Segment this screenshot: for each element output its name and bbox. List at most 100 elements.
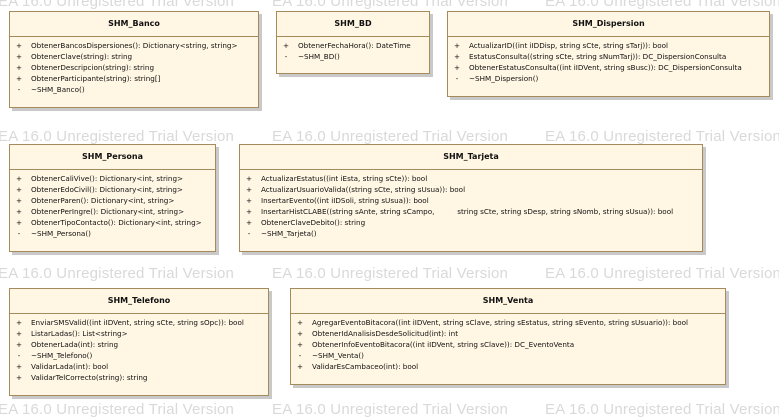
watermark-text: EA 16.0 Unregistered Trial Version <box>0 0 235 10</box>
visibility-marker: + <box>15 329 23 338</box>
operation[interactable]: + ObtenerEstatusConsulta((int iIDVent, st… <box>448 62 769 73</box>
operation[interactable]: + ObtenerLada(int): string <box>10 339 268 350</box>
watermark-text: EA 16.0 Unregistered Trial Version <box>272 0 509 10</box>
visibility-marker: + <box>453 41 461 50</box>
class-shm-dispersion[interactable]: SHM_Dispersion + ActualizarID((int iIDDis… <box>447 11 770 97</box>
operation[interactable]: + InsertarHistCLABE((string sAnte, string… <box>240 206 702 217</box>
operation[interactable]: + ObtenerPerIngre(): Dictionary<int, stri… <box>10 206 215 217</box>
visibility-marker: + <box>15 318 23 327</box>
operation-signature: ~SHM_Dispersion() <box>469 74 539 83</box>
operation[interactable]: - ~SHM_Tarjeta() <box>240 228 702 239</box>
operation-signature: ObtenerEstatusConsulta((int iIDVent, str… <box>469 63 742 72</box>
operation[interactable]: + ListarLadas(): List<string> <box>10 328 268 339</box>
watermark-text: EA 16.0 Unregistered Trial Version <box>0 128 235 145</box>
visibility-marker: + <box>296 362 304 371</box>
operation-signature: ActualizarUsuarioValida((string sCte, st… <box>261 185 466 194</box>
operation[interactable]: + EnviarSMSValid((int iIDVent, string sCt… <box>10 317 268 328</box>
operation[interactable]: + ActualizarUsuarioValida((string sCte, s… <box>240 184 702 195</box>
operation[interactable]: - ~SHM_Dispersion() <box>448 73 769 84</box>
operations-compartment: + ObtenerFechaHora(): DateTime - ~SHM_BD() <box>277 37 429 62</box>
operation[interactable]: + ObtenerClave(string): string <box>10 51 258 62</box>
watermark-text: EA 16.0 Unregistered Trial Version <box>545 128 779 145</box>
operation-signature: ObtenerClave(string): string <box>31 52 133 61</box>
operation-signature: ValidarTelCorrecto(string): string <box>31 373 148 382</box>
operations-compartment: + AgregarEventoBitacora((int iIDVent, str… <box>291 314 725 372</box>
operation-signature: InsertarEvento((int iIDSoli, string sUsu… <box>261 196 429 205</box>
visibility-marker: + <box>453 52 461 61</box>
class-shm-banco[interactable]: SHM_Banco + ObtenerBancosDispersiones(): … <box>9 11 259 108</box>
visibility-marker: + <box>15 207 23 216</box>
operation[interactable]: - ~SHM_Persona() <box>10 228 215 239</box>
operations-compartment: + ActualizarEstatus((int iEsta, string sC… <box>240 170 702 239</box>
visibility-marker: - <box>455 74 459 83</box>
operation[interactable]: - ~SHM_BD() <box>277 51 429 62</box>
operation[interactable]: + ObtenerBancosDispersiones(): Dictionary… <box>10 40 258 51</box>
visibility-marker: + <box>245 218 253 227</box>
visibility-marker: + <box>296 318 304 327</box>
operation-signature: ObtenerFechaHora(): DateTime <box>298 41 411 50</box>
operation[interactable]: + ValidarEsCambaceo(int): bool <box>291 361 725 372</box>
operation[interactable]: + EstatusConsulta((string sCte, string sN… <box>448 51 769 62</box>
visibility-marker: + <box>15 185 23 194</box>
operation[interactable]: + ObtenerEdoCivil(): Dictionary<int, stri… <box>10 184 215 195</box>
operation-signature: ObtenerPerIngre(): Dictionary<int, strin… <box>31 207 185 216</box>
visibility-marker: + <box>15 340 23 349</box>
visibility-marker: + <box>296 340 304 349</box>
operation[interactable]: + ObtenerDescripcion(string): string <box>10 62 258 73</box>
class-shm-bd[interactable]: SHM_BD + ObtenerFechaHora(): DateTime - ~S… <box>276 11 430 74</box>
operation[interactable]: + ObtenerCaliVive(): Dictionary<int, stri… <box>10 173 215 184</box>
operation-signature: ~SHM_Telefono() <box>31 351 93 360</box>
operations-compartment: + ObtenerCaliVive(): Dictionary<int, stri… <box>10 170 215 239</box>
operation-signature: ObtenerInfoEventoBitacora((int iIDVent, … <box>312 340 575 349</box>
operation-signature: ObtenerClaveDebito(): string <box>261 218 366 227</box>
operation[interactable]: + ObtenerIdAnalisisDesdeSolicitud(int): i… <box>291 328 725 339</box>
class-shm-venta[interactable]: SHM_Venta + AgregarEventoBitacora((int iI… <box>290 288 726 385</box>
visibility-marker: - <box>298 351 302 360</box>
visibility-marker: - <box>17 85 21 94</box>
operation-signature: ~SHM_Persona() <box>31 229 91 238</box>
operation[interactable]: + ObtenerParen(): Dictionary<int, string> <box>10 195 215 206</box>
operation[interactable]: - ~SHM_Telefono() <box>10 350 268 361</box>
operation-signature: ~SHM_Banco() <box>31 85 85 94</box>
class-name: SHM_Venta <box>291 289 725 314</box>
operation[interactable]: + ObtenerParticipante(string): string[] <box>10 73 258 84</box>
visibility-marker: + <box>296 329 304 338</box>
visibility-marker: + <box>15 196 23 205</box>
operation[interactable]: - ~SHM_Banco() <box>10 84 258 95</box>
operation[interactable]: + InsertarEvento((int iIDSoli, string sUs… <box>240 195 702 206</box>
operation-signature: AgregarEventoBitacora((int iIDVent, stri… <box>312 318 689 327</box>
operation[interactable]: + ActualizarEstatus((int iEsta, string sC… <box>240 173 702 184</box>
visibility-marker: + <box>245 174 253 183</box>
operation[interactable]: + ValidarTelCorrecto(string): string <box>10 372 268 383</box>
operation-signature: InsertarHistCLABE((string sAnte, string … <box>261 207 674 216</box>
operation[interactable]: + ActualizarID((int iIDDisp, string sCte,… <box>448 40 769 51</box>
visibility-marker: + <box>282 41 290 50</box>
operation-signature: ListarLadas(): List<string> <box>31 329 128 338</box>
class-shm-tarjeta[interactable]: SHM_Tarjeta + ActualizarEstatus((int iEst… <box>239 144 703 252</box>
visibility-marker: + <box>15 41 23 50</box>
visibility-marker: - <box>17 351 21 360</box>
operation[interactable]: + ObtenerInfoEventoBitacora((int iIDVent,… <box>291 339 725 350</box>
class-name: SHM_Banco <box>10 12 258 37</box>
watermark-text: EA 16.0 Unregistered Trial Version <box>272 128 509 145</box>
watermark-text: EA 16.0 Unregistered Trial Version <box>0 265 235 282</box>
operation-signature: ObtenerEdoCivil(): Dictionary<int, strin… <box>31 185 183 194</box>
visibility-marker: + <box>15 218 23 227</box>
operation-signature: EstatusConsulta((string sCte, string sNu… <box>469 52 727 61</box>
watermark-text: EA 16.0 Unregistered Trial Version <box>272 401 509 418</box>
visibility-marker: + <box>453 63 461 72</box>
operation[interactable]: + ObtenerTipoContacto(): Dictionary<int, … <box>10 217 215 228</box>
watermark-text: EA 16.0 Unregistered Trial Version <box>0 401 235 418</box>
watermark-text: EA 16.0 Unregistered Trial Version <box>272 265 509 282</box>
operation[interactable]: + ObtenerClaveDebito(): string <box>240 217 702 228</box>
operation[interactable]: + ValidarLada(int): bool <box>10 361 268 372</box>
operation[interactable]: - ~SHM_Venta() <box>291 350 725 361</box>
operation[interactable]: + AgregarEventoBitacora((int iIDVent, str… <box>291 317 725 328</box>
operations-compartment: + ActualizarID((int iIDDisp, string sCte,… <box>448 37 769 84</box>
class-shm-persona[interactable]: SHM_Persona + ObtenerCaliVive(): Dictiona… <box>9 144 216 252</box>
visibility-marker: + <box>15 362 23 371</box>
visibility-marker: + <box>15 174 23 183</box>
class-shm-telefono[interactable]: SHM_Telefono + EnviarSMSValid((int iIDVen… <box>9 288 269 396</box>
operation[interactable]: + ObtenerFechaHora(): DateTime <box>277 40 429 51</box>
visibility-marker: - <box>247 229 251 238</box>
